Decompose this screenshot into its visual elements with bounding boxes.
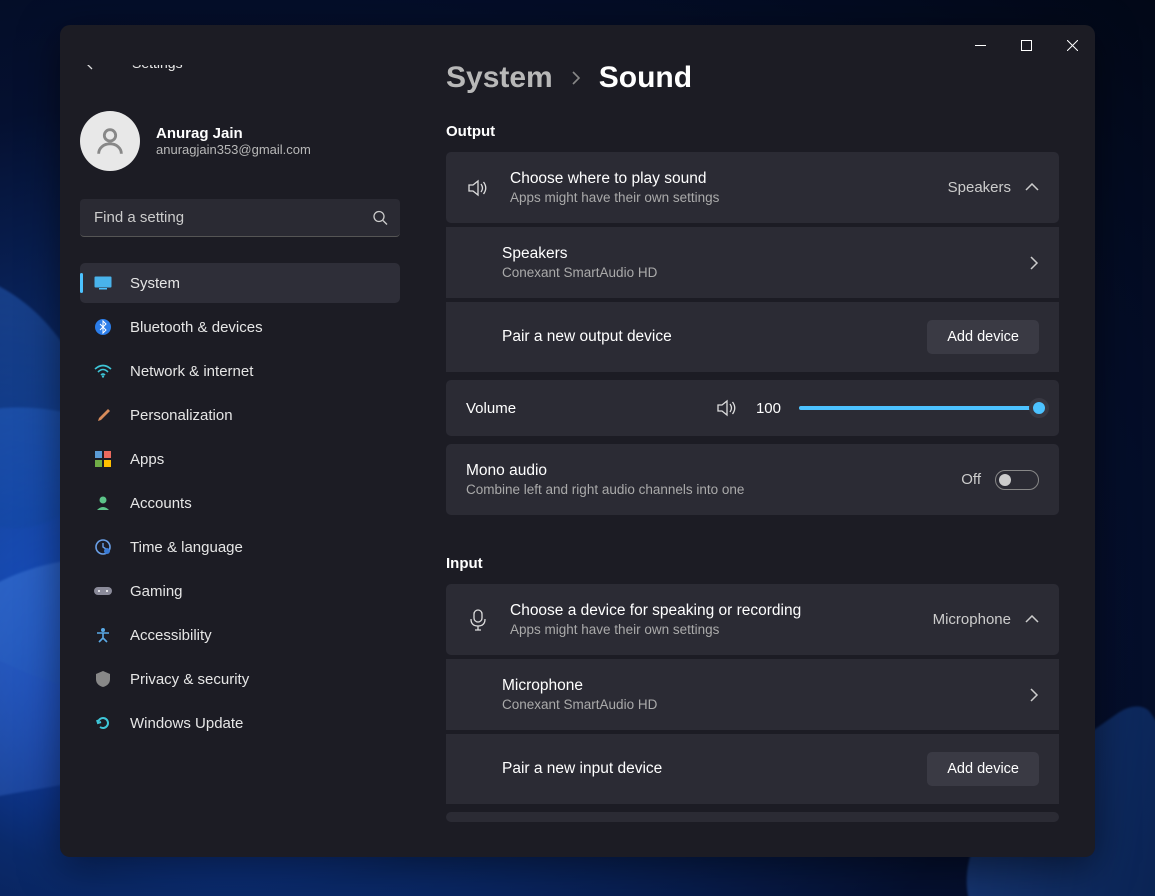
settings-window: Settings Anurag Jain anuragjain353@gmail…: [60, 25, 1095, 857]
sidebar-item-label: Personalization: [130, 407, 233, 424]
breadcrumb-parent[interactable]: System: [446, 65, 553, 95]
sidebar-item-label: Network & internet: [130, 363, 253, 380]
titlebar: [60, 25, 1095, 65]
input-choose-row[interactable]: Choose a device for speaking or recordin…: [446, 584, 1059, 655]
sidebar-item-network[interactable]: Network & internet: [80, 351, 400, 391]
sidebar-item-bluetooth[interactable]: Bluetooth & devices: [80, 307, 400, 347]
add-input-device-button[interactable]: Add device: [927, 752, 1039, 786]
chevron-right-icon[interactable]: [1030, 688, 1039, 702]
card-subtitle: Apps might have their own settings: [510, 190, 928, 205]
minimize-icon: [975, 45, 986, 46]
mono-state: Off: [961, 471, 981, 488]
mono-title: Mono audio: [466, 462, 941, 480]
bluetooth-icon: [94, 318, 112, 336]
search-input[interactable]: [80, 199, 400, 237]
person-icon: [93, 124, 127, 158]
sidebar-item-personalization[interactable]: Personalization: [80, 395, 400, 435]
sidebar-item-label: System: [130, 275, 180, 292]
close-icon: [1067, 40, 1078, 51]
sidebar-item-time-language[interactable]: Time & language: [80, 527, 400, 567]
sidebar-item-accessibility[interactable]: Accessibility: [80, 615, 400, 655]
sidebar-item-windows-update[interactable]: Windows Update: [80, 703, 400, 743]
add-output-device-button[interactable]: Add device: [927, 320, 1039, 354]
device-driver: Conexant SmartAudio HD: [502, 265, 1010, 280]
gamepad-icon: [94, 582, 112, 600]
sidebar-item-label: Apps: [130, 451, 164, 468]
pair-label: Pair a new output device: [502, 328, 907, 346]
sidebar-item-gaming[interactable]: Gaming: [80, 571, 400, 611]
sidebar-item-label: Accounts: [130, 495, 192, 512]
avatar: [80, 111, 140, 171]
breadcrumb-current: Sound: [599, 65, 692, 95]
sidebar: Settings Anurag Jain anuragjain353@gmail…: [60, 65, 420, 857]
sidebar-item-accounts[interactable]: Accounts: [80, 483, 400, 523]
sidebar-item-privacy[interactable]: Privacy & security: [80, 659, 400, 699]
microphone-icon: [466, 609, 490, 631]
volume-label: Volume: [466, 400, 516, 417]
accessibility-icon: [94, 626, 112, 644]
pair-label: Pair a new input device: [502, 760, 907, 778]
main-content: System Sound Output Choose where to play…: [420, 65, 1095, 857]
input-pair-row: Pair a new input device Add device: [446, 734, 1059, 804]
device-driver: Conexant SmartAudio HD: [502, 697, 1010, 712]
chevron-right-icon: [571, 70, 581, 86]
volume-value: 100: [756, 400, 781, 417]
mono-subtitle: Combine left and right audio channels in…: [466, 482, 941, 497]
truncated-card: [446, 812, 1059, 822]
shield-icon: [94, 670, 112, 688]
sidebar-item-system[interactable]: System: [80, 263, 400, 303]
volume-icon[interactable]: [716, 398, 738, 418]
sidebar-item-label: Privacy & security: [130, 671, 249, 688]
chevron-right-icon[interactable]: [1030, 256, 1039, 270]
update-icon: [94, 714, 112, 732]
wifi-icon: [94, 362, 112, 380]
account-icon: [94, 494, 112, 512]
back-arrow-icon: [85, 65, 103, 70]
sidebar-item-apps[interactable]: Apps: [80, 439, 400, 479]
maximize-button[interactable]: [1003, 25, 1049, 65]
output-choose-row[interactable]: Choose where to play sound Apps might ha…: [446, 152, 1059, 223]
input-heading: Input: [446, 555, 1059, 572]
output-device-row[interactable]: Speakers Conexant SmartAudio HD: [446, 227, 1059, 298]
maximize-icon: [1021, 40, 1032, 51]
output-heading: Output: [446, 123, 1059, 140]
search-box: [80, 199, 400, 237]
app-title: Settings: [132, 65, 183, 71]
chevron-up-icon[interactable]: [1025, 615, 1039, 624]
profile-email: anuragjain353@gmail.com: [156, 142, 311, 157]
device-name: Microphone: [502, 677, 1010, 695]
sidebar-item-label: Bluetooth & devices: [130, 319, 263, 336]
sidebar-item-label: Time & language: [130, 539, 243, 556]
card-subtitle: Apps might have their own settings: [510, 622, 913, 637]
volume-row: Volume 100: [446, 380, 1059, 436]
sidebar-item-label: Accessibility: [130, 627, 212, 644]
output-selected-value: Speakers: [948, 179, 1011, 196]
brush-icon: [94, 406, 112, 424]
input-selected-value: Microphone: [933, 611, 1011, 628]
clock-icon: [94, 538, 112, 556]
sidebar-item-label: Windows Update: [130, 715, 243, 732]
card-title: Choose where to play sound: [510, 170, 928, 188]
sidebar-item-label: Gaming: [130, 583, 183, 600]
profile-block[interactable]: Anurag Jain anuragjain353@gmail.com: [80, 111, 400, 171]
close-button[interactable]: [1049, 25, 1095, 65]
volume-slider[interactable]: [799, 406, 1039, 410]
apps-icon: [94, 450, 112, 468]
input-device-row[interactable]: Microphone Conexant SmartAudio HD: [446, 659, 1059, 730]
speaker-icon: [466, 178, 490, 198]
minimize-button[interactable]: [957, 25, 1003, 65]
search-icon: [373, 211, 388, 226]
nav-list: System Bluetooth & devices Network & int…: [80, 263, 400, 743]
slider-thumb[interactable]: [1029, 398, 1049, 418]
card-title: Choose a device for speaking or recordin…: [510, 602, 913, 620]
chevron-up-icon[interactable]: [1025, 183, 1039, 192]
mono-audio-row: Mono audio Combine left and right audio …: [446, 444, 1059, 515]
back-button[interactable]: [80, 65, 108, 77]
breadcrumb: System Sound: [446, 65, 1059, 95]
system-icon: [94, 274, 112, 292]
mono-toggle[interactable]: [995, 470, 1039, 490]
output-pair-row: Pair a new output device Add device: [446, 302, 1059, 372]
profile-name: Anurag Jain: [156, 125, 311, 142]
device-name: Speakers: [502, 245, 1010, 263]
